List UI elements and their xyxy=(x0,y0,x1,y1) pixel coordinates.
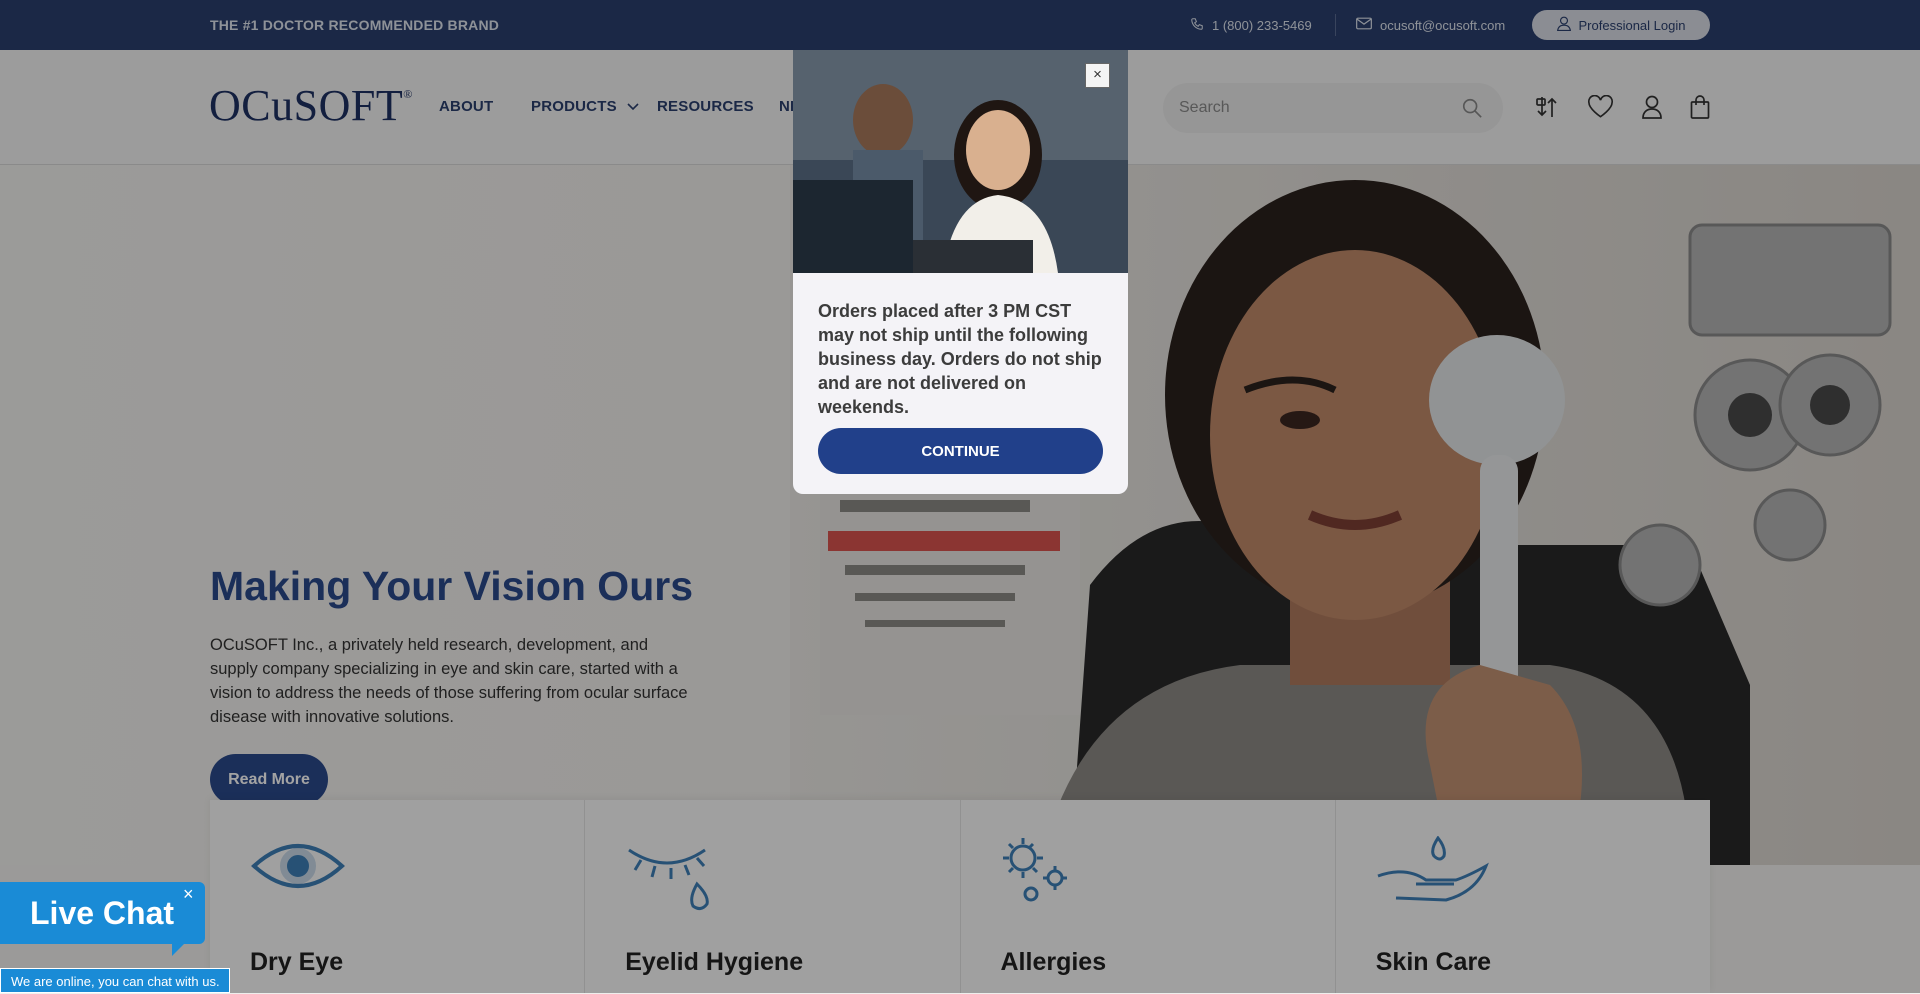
customer-support-photo xyxy=(793,50,1128,273)
shipping-notice-modal: × Orders placed after 3 PM CST may not s… xyxy=(793,50,1128,494)
continue-button[interactable]: CONTINUE xyxy=(818,428,1103,474)
modal-close-button[interactable]: × xyxy=(1085,63,1110,88)
shipping-notice-message: Orders placed after 3 PM CST may not shi… xyxy=(818,301,1102,417)
live-chat-title: Live Chat xyxy=(30,895,175,931)
live-chat-status[interactable]: We are online, you can chat with us. xyxy=(0,968,230,993)
live-chat-close-button[interactable]: × xyxy=(183,884,194,905)
live-chat-widget[interactable]: Live Chat × xyxy=(0,882,205,956)
speech-bubble-tail xyxy=(172,942,186,956)
